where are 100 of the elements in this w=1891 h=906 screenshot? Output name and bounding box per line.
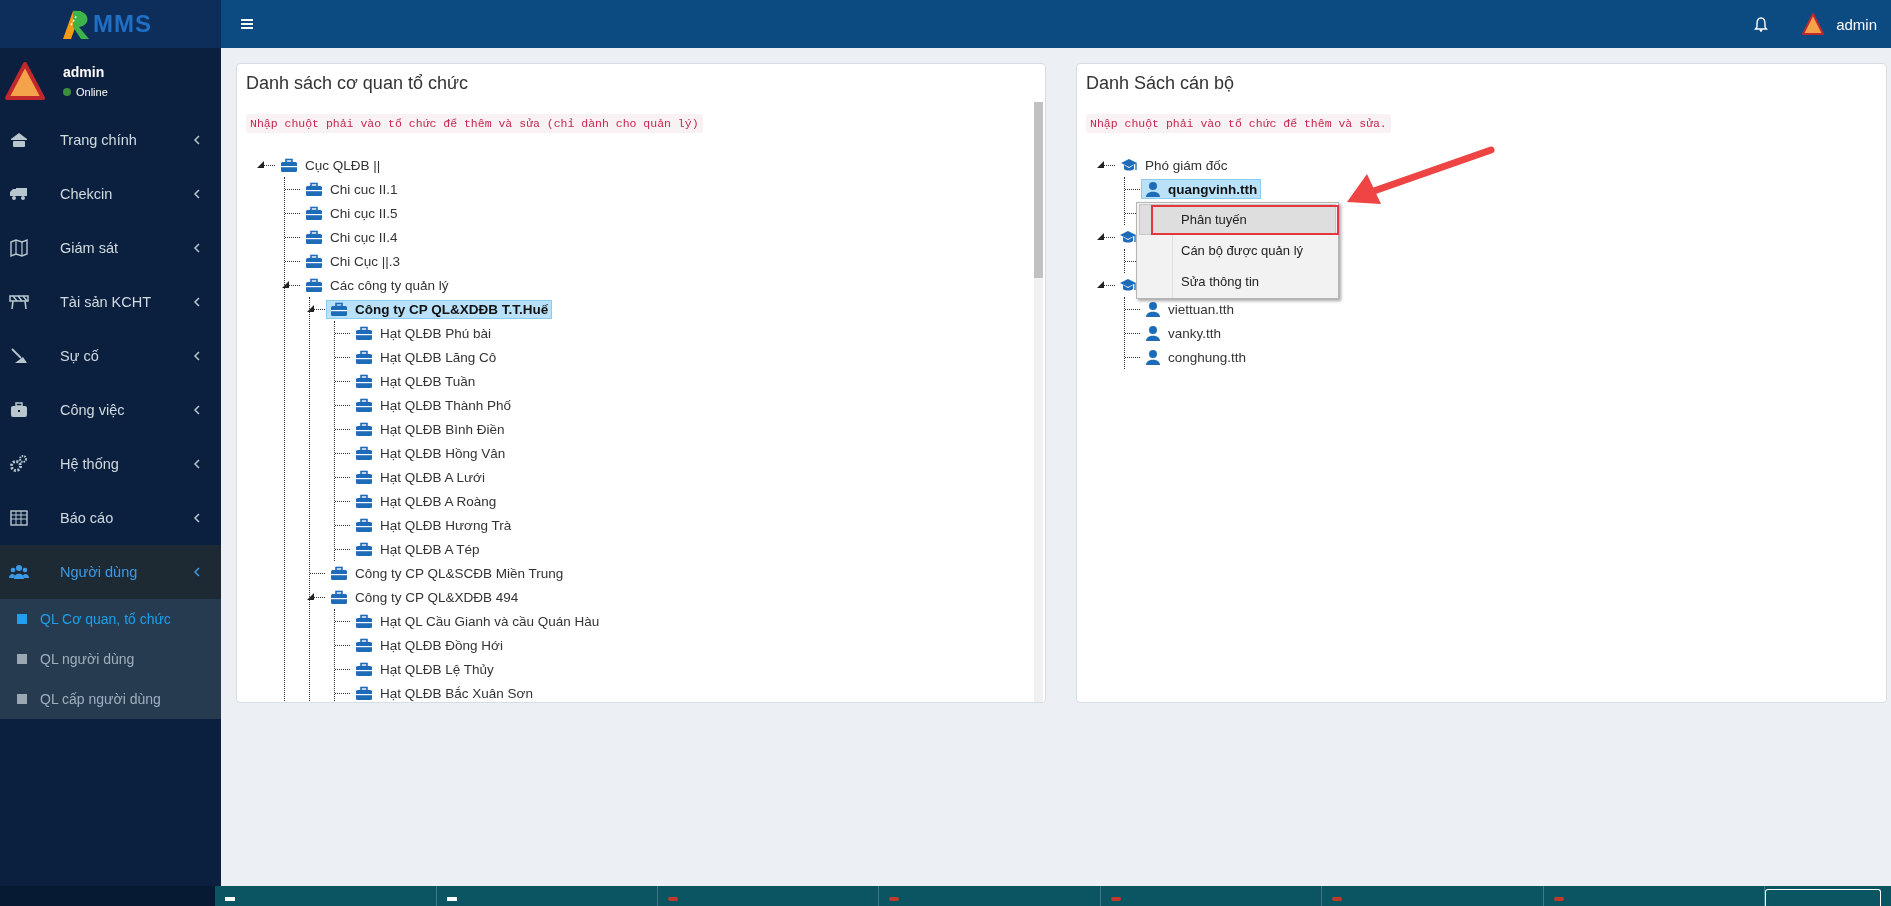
tree-item[interactable]: Hạt QLĐB A Lưới [351,467,489,487]
scrollbar[interactable] [1034,102,1043,702]
briefcase-icon [355,373,373,389]
expander-icon[interactable] [307,305,314,312]
briefcase-icon [355,517,373,533]
tree-item[interactable]: Hạt QLĐB Hồng Vân [351,443,510,463]
expander-icon[interactable] [1097,161,1104,168]
briefcase-icon [355,445,373,461]
avatar-icon [5,60,45,101]
briefcase-icon [330,565,348,581]
sidebar-item[interactable]: Chekcin [0,167,221,221]
briefcase-icon [305,229,323,245]
menu-item[interactable]: Sửa thông tin [1139,266,1336,297]
tree-item[interactable]: Công ty CP QL&SCĐB Miền Trung [326,563,568,583]
briefcase-icon [305,205,323,221]
graduation-cap-icon [1120,157,1138,173]
logo-text: MMS [93,10,152,38]
sidebar-item[interactable]: Tài sản KCHT [0,275,221,329]
tree-item[interactable]: Hạt QLĐB Phú bài [351,323,496,343]
tree-item[interactable]: Công ty CP QL&XDĐB 494 [326,587,523,607]
tree-item[interactable]: Hạt QLĐB Lăng Cô [351,347,501,367]
tree-item[interactable]: Hạt QLĐB Lệ Thủy [351,659,498,679]
button-outline[interactable] [1765,889,1881,906]
briefcase-icon [355,397,373,413]
briefcase-icon [355,325,373,341]
submenu-item[interactable]: QL người dùng [0,639,221,679]
sidebar-item[interactable]: Báo cáo [0,491,221,545]
avatar-icon [1802,13,1825,35]
expander-icon[interactable] [1097,233,1104,240]
tab-icon[interactable] [446,897,457,901]
square-icon [17,654,27,664]
chevron-icon [193,513,201,523]
sidebar-item[interactable]: Công việc [0,383,221,437]
user-name: admin [63,63,106,80]
tab-icon[interactable] [225,897,236,901]
expander-icon[interactable] [257,161,264,168]
sidebar-item[interactable]: Giám sát [0,221,221,275]
tree-item[interactable]: viettuan.tth [1141,299,1239,319]
table-icon [9,508,29,528]
chevron-icon [193,459,201,469]
expander-icon[interactable] [1097,281,1104,288]
person-icon [1145,325,1161,341]
scrollbar-thumb[interactable] [1034,102,1043,278]
sidebar-item[interactable]: Trang chính [0,113,221,167]
user-name[interactable]: admin [1836,15,1877,33]
tree-item[interactable]: vanky.tth [1141,323,1226,343]
tree-item[interactable]: Hạt QLĐB Tuần [351,371,480,391]
tree-item[interactable]: Cục QLĐB || [276,155,385,175]
status-dot-icon [63,87,71,96]
briefcase-icon [355,613,373,629]
briefcase-icon [330,301,348,317]
briefcase-icon [280,157,298,173]
tree-item[interactable]: Chi Cục ||.3 [301,251,405,271]
tree-item[interactable]: Chi cục II.4 [301,227,402,247]
tree-item[interactable]: quangvinh.tth [1141,179,1262,199]
status-text: Online [76,85,108,98]
briefcase-icon [355,541,373,557]
tree-item[interactable]: Hạt QLĐB A Roàng [351,491,501,511]
home-icon [9,130,29,150]
chevron-icon [193,297,201,307]
expander-icon[interactable] [282,281,289,288]
menu-icon[interactable] [239,17,255,31]
chevron-icon [193,189,201,199]
submenu-item[interactable]: QL Cơ quan, tổ chức [0,599,221,639]
sidebar-item[interactable]: Sự cố [0,329,221,383]
tree-item[interactable]: Công ty CP QL&XDĐB T.T.Huế [326,299,553,319]
tree-item[interactable]: Chi cuc II.1 [301,179,402,199]
tree-item[interactable]: Hạt QLĐB Thành Phố [351,395,516,415]
tree-item[interactable]: Các công ty quản lý [301,275,453,295]
briefcase-icon [355,493,373,509]
bell-icon[interactable] [1754,16,1769,32]
chevron-icon [193,243,201,253]
person-icon [1145,301,1161,317]
chevron-icon [193,567,201,577]
submenu-item[interactable]: QL cấp người dùng [0,679,221,719]
tree-item[interactable]: Hạt QL Cầu Gianh và cầu Quán Hàu [351,611,604,631]
tree-item[interactable]: Hạt QLĐB Hương Trà [351,515,516,535]
briefcase-icon [9,400,29,420]
tree-item[interactable]: Chi cục II.5 [301,203,402,223]
sidebar-item[interactable]: Người dùng [0,545,221,599]
expander-icon[interactable] [307,593,314,600]
menu-item[interactable]: Cán bộ được quản lý [1139,235,1336,266]
person-icon [1145,349,1161,365]
tree-item[interactable]: Hạt QLĐB Bắc Xuân Sơn [351,683,537,702]
briefcase-icon [305,253,323,269]
graduation-cap-icon [1119,229,1137,245]
tree-item[interactable]: conghung.tth [1141,347,1251,367]
chevron-icon [193,135,201,145]
briefcase-icon [355,637,373,653]
tree-item[interactable]: Hạt QLĐB Bình Điền [351,419,509,439]
sidebar-item[interactable]: Hệ thống [0,437,221,491]
briefcase-icon [305,181,323,197]
person-icon [1145,181,1161,197]
tree-item[interactable]: Hạt QLĐB A Tép [351,539,484,559]
tree-item[interactable]: Phó giám đốc [1116,155,1232,175]
briefcase-icon [355,469,373,485]
users-icon [9,562,29,582]
briefcase-icon [305,277,323,293]
tree-item[interactable]: Hạt QLĐB Đồng Hới [351,635,507,655]
graduation-cap-icon [1119,277,1137,293]
